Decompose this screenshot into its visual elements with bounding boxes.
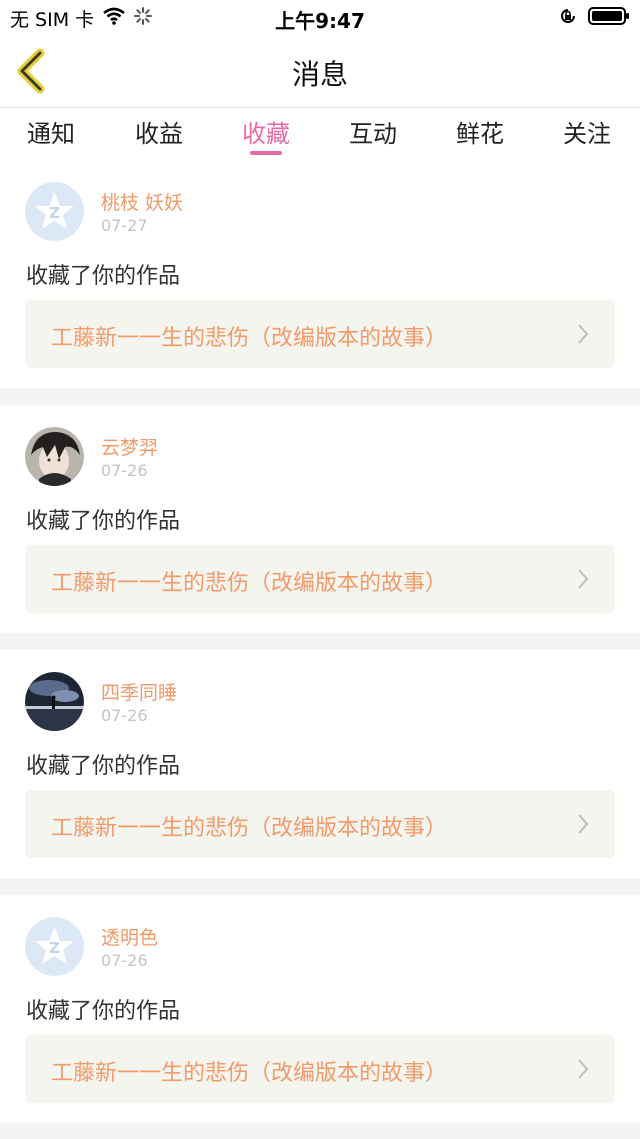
work-title: 工藤新一一生的悲伤（改编版本的故事） bbox=[51, 816, 448, 841]
date: 07-27 bbox=[101, 216, 148, 235]
list-item: 四季同睡 07-26 收藏了你的作品 工藤新一一生的悲伤（改编版本的故事） bbox=[0, 650, 640, 878]
action-text: 收藏了你的作品 bbox=[26, 509, 181, 534]
chevron-right-icon bbox=[577, 323, 589, 349]
date: 07-26 bbox=[101, 951, 148, 970]
work-title: 工藤新一一生的悲伤（改编版本的故事） bbox=[51, 326, 448, 351]
status-time: 上午9:47 bbox=[275, 9, 365, 33]
tab-notifications[interactable]: 通知 bbox=[1, 114, 101, 149]
username[interactable]: 四季同睡 bbox=[101, 678, 177, 705]
work-link[interactable]: 工藤新一一生的悲伤（改编版本的故事） bbox=[25, 545, 615, 613]
list-item: Z 透明色 07-26 收藏了你的作品 工藤新一一生的悲伤（改编版本的故事） bbox=[0, 895, 640, 1123]
svg-text:Z: Z bbox=[49, 939, 60, 957]
username[interactable]: 云梦羿 bbox=[101, 433, 158, 460]
tab-favorites[interactable]: 收藏 bbox=[216, 114, 316, 149]
action-text: 收藏了你的作品 bbox=[26, 264, 181, 289]
list-item: 云梦羿 07-26 收藏了你的作品 工藤新一一生的悲伤（改编版本的故事） bbox=[0, 405, 640, 633]
nav-bar: 消息 bbox=[0, 34, 640, 108]
chevron-right-icon bbox=[577, 813, 589, 839]
rotation-lock-icon bbox=[558, 6, 578, 30]
username[interactable]: 透明色 bbox=[101, 923, 158, 950]
active-tab-indicator bbox=[250, 151, 282, 155]
chevron-right-icon bbox=[577, 1058, 589, 1084]
battery-icon bbox=[588, 6, 630, 30]
action-text: 收藏了你的作品 bbox=[26, 999, 181, 1024]
list-item: Z 桃枝 妖妖 07-27 收藏了你的作品 工藤新一一生的悲伤（改编版本的故事） bbox=[0, 160, 640, 388]
tab-follows[interactable]: 关注 bbox=[537, 114, 637, 149]
night-sky-avatar[interactable] bbox=[25, 672, 84, 731]
work-link[interactable]: 工藤新一一生的悲伤（改编版本的故事） bbox=[25, 1035, 615, 1103]
action-text: 收藏了你的作品 bbox=[26, 754, 181, 779]
tab-interactions[interactable]: 互动 bbox=[323, 114, 423, 149]
status-bar: 无 SIM 卡 上午9:47 bbox=[0, 0, 640, 34]
username[interactable]: 桃枝 妖妖 bbox=[101, 188, 183, 215]
svg-text:Z: Z bbox=[49, 204, 60, 222]
status-right bbox=[558, 6, 630, 30]
page-title: 消息 bbox=[291, 58, 348, 91]
work-title: 工藤新一一生的悲伤（改编版本的故事） bbox=[51, 571, 448, 596]
tab-flowers[interactable]: 鲜花 bbox=[430, 114, 530, 149]
tab-bar: 通知 收益 收藏 互动 鲜花 关注 bbox=[0, 108, 640, 160]
date: 07-26 bbox=[101, 461, 148, 480]
work-title: 工藤新一一生的悲伤（改编版本的故事） bbox=[51, 1061, 448, 1086]
work-link[interactable]: 工藤新一一生的悲伤（改编版本的故事） bbox=[25, 790, 615, 858]
anime-boy-avatar[interactable] bbox=[25, 427, 84, 486]
default-avatar-icon[interactable]: Z bbox=[25, 182, 84, 241]
default-avatar-icon[interactable]: Z bbox=[25, 917, 84, 976]
date: 07-26 bbox=[101, 706, 148, 725]
work-link[interactable]: 工藤新一一生的悲伤（改编版本的故事） bbox=[25, 300, 615, 368]
tab-earnings[interactable]: 收益 bbox=[109, 114, 209, 149]
chevron-right-icon bbox=[577, 568, 589, 594]
